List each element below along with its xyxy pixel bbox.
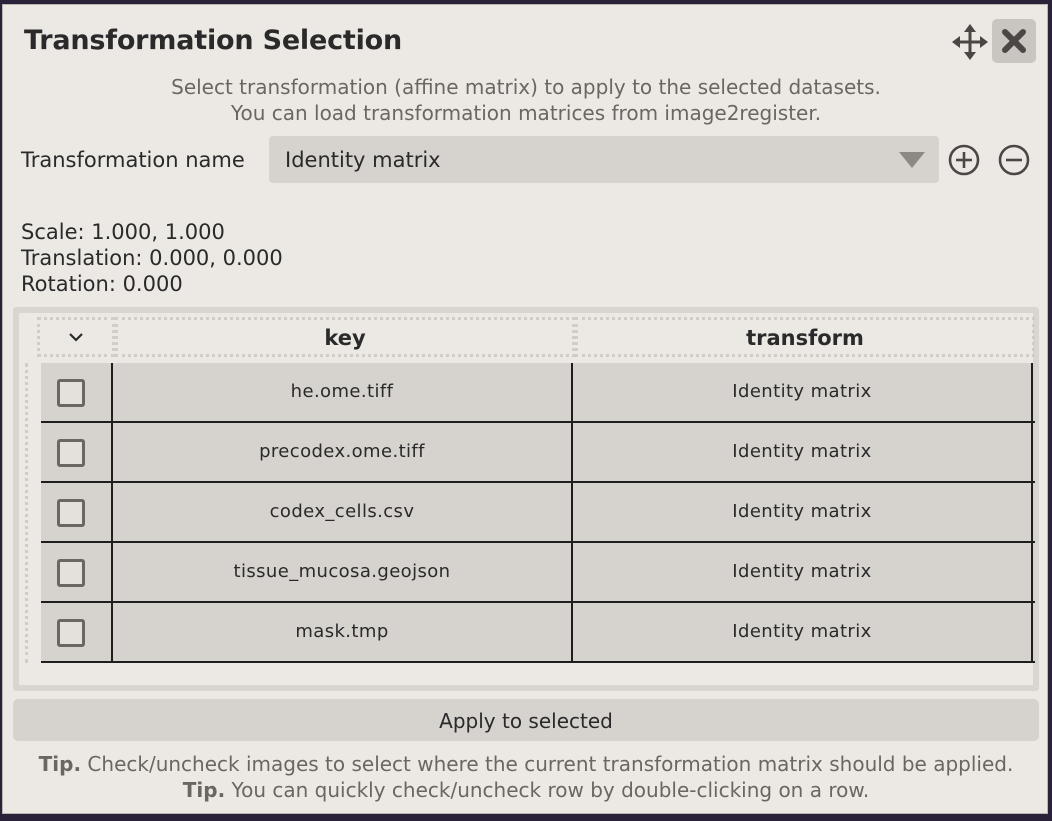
key-cell: he.ome.tiff — [113, 363, 573, 421]
transform-cell-text: Identity matrix — [732, 441, 872, 462]
minus-circle-icon — [998, 144, 1030, 176]
column-header-check[interactable] — [37, 317, 115, 357]
transform-cell: Identity matrix — [573, 483, 1033, 541]
row-checkbox[interactable] — [57, 619, 85, 647]
datasets-table: key transform he.ome.tiff Identity matri… — [13, 307, 1039, 691]
table-row[interactable]: tissue_mucosa.geojson Identity matrix — [41, 543, 1035, 603]
row-checkbox[interactable] — [57, 559, 85, 587]
apply-to-selected-button[interactable]: Apply to selected — [13, 699, 1039, 741]
tip-line-1: Tip. Check/uncheck images to select wher… — [3, 752, 1049, 776]
column-header-key-label: key — [324, 326, 366, 350]
column-header-key[interactable]: key — [115, 317, 575, 357]
key-cell-text: he.ome.tiff — [290, 381, 394, 402]
description-line-1: Select transformation (affine matrix) to… — [171, 75, 881, 99]
apply-button-label: Apply to selected — [439, 709, 613, 733]
column-header-transform[interactable]: transform — [575, 317, 1035, 357]
row-checkbox[interactable] — [57, 379, 85, 407]
checkbox-cell — [41, 483, 113, 541]
key-cell: tissue_mucosa.geojson — [113, 543, 573, 601]
table-viewport: key transform he.ome.tiff Identity matri… — [19, 313, 1035, 685]
table-row[interactable]: precodex.ome.tiff Identity matrix — [41, 423, 1035, 483]
plus-circle-icon — [948, 144, 980, 176]
scale-info: Scale: 1.000, 1.000 — [21, 220, 225, 244]
key-cell-text: codex_cells.csv — [269, 501, 415, 522]
rotation-info: Rotation: 0.000 — [21, 272, 183, 296]
transformation-selection-dialog: Transformation Selection Select transfor… — [2, 4, 1048, 814]
checkbox-cell — [41, 423, 113, 481]
row-header-strip — [25, 363, 36, 663]
tip-line-2: Tip. You can quickly check/uncheck row b… — [3, 778, 1049, 802]
key-cell-text: mask.tmp — [295, 621, 389, 642]
transformation-name-combobox[interactable]: Identity matrix — [269, 136, 939, 183]
transform-cell: Identity matrix — [573, 543, 1033, 601]
transform-cell-text: Identity matrix — [732, 501, 872, 522]
close-icon — [1002, 29, 1026, 53]
dropdown-arrow-icon — [899, 152, 925, 168]
checkbox-cell — [41, 603, 113, 661]
key-cell-text: tissue_mucosa.geojson — [233, 561, 451, 582]
transform-cell: Identity matrix — [573, 423, 1033, 481]
add-transformation-button[interactable] — [947, 143, 981, 177]
tip-1-text: Check/uncheck images to select where the… — [81, 752, 1014, 776]
transformation-name-label: Transformation name — [21, 148, 245, 172]
key-cell-text: precodex.ome.tiff — [259, 441, 425, 462]
row-checkbox[interactable] — [57, 439, 85, 467]
move-arrows-icon[interactable] — [951, 23, 989, 61]
tip-1-prefix: Tip. — [38, 752, 82, 776]
chevron-down-icon — [69, 333, 83, 342]
transform-cell: Identity matrix — [573, 603, 1033, 661]
tip-2-prefix: Tip. — [182, 778, 226, 802]
table-body: he.ome.tiff Identity matrix precodex.ome… — [41, 363, 1035, 663]
key-cell: precodex.ome.tiff — [113, 423, 573, 481]
key-cell: mask.tmp — [113, 603, 573, 661]
table-row[interactable]: he.ome.tiff Identity matrix — [41, 363, 1035, 423]
key-cell: codex_cells.csv — [113, 483, 573, 541]
combobox-selected-value: Identity matrix — [285, 148, 441, 172]
close-button[interactable] — [992, 19, 1036, 63]
checkbox-cell — [41, 543, 113, 601]
checkbox-cell — [41, 363, 113, 421]
transform-cell-text: Identity matrix — [732, 381, 872, 402]
transform-cell: Identity matrix — [573, 363, 1033, 421]
tip-2-text: You can quickly check/uncheck row by dou… — [225, 778, 870, 802]
row-checkbox[interactable] — [57, 499, 85, 527]
translation-info: Translation: 0.000, 0.000 — [21, 246, 283, 270]
transform-cell-text: Identity matrix — [732, 561, 872, 582]
transform-cell-text: Identity matrix — [732, 621, 872, 642]
description-line-2: You can load transformation matrices fro… — [230, 101, 822, 125]
column-header-transform-label: transform — [746, 326, 864, 350]
remove-transformation-button[interactable] — [997, 143, 1031, 177]
table-row[interactable]: mask.tmp Identity matrix — [41, 603, 1035, 663]
dialog-title: Transformation Selection — [24, 25, 403, 56]
table-row[interactable]: codex_cells.csv Identity matrix — [41, 483, 1035, 543]
